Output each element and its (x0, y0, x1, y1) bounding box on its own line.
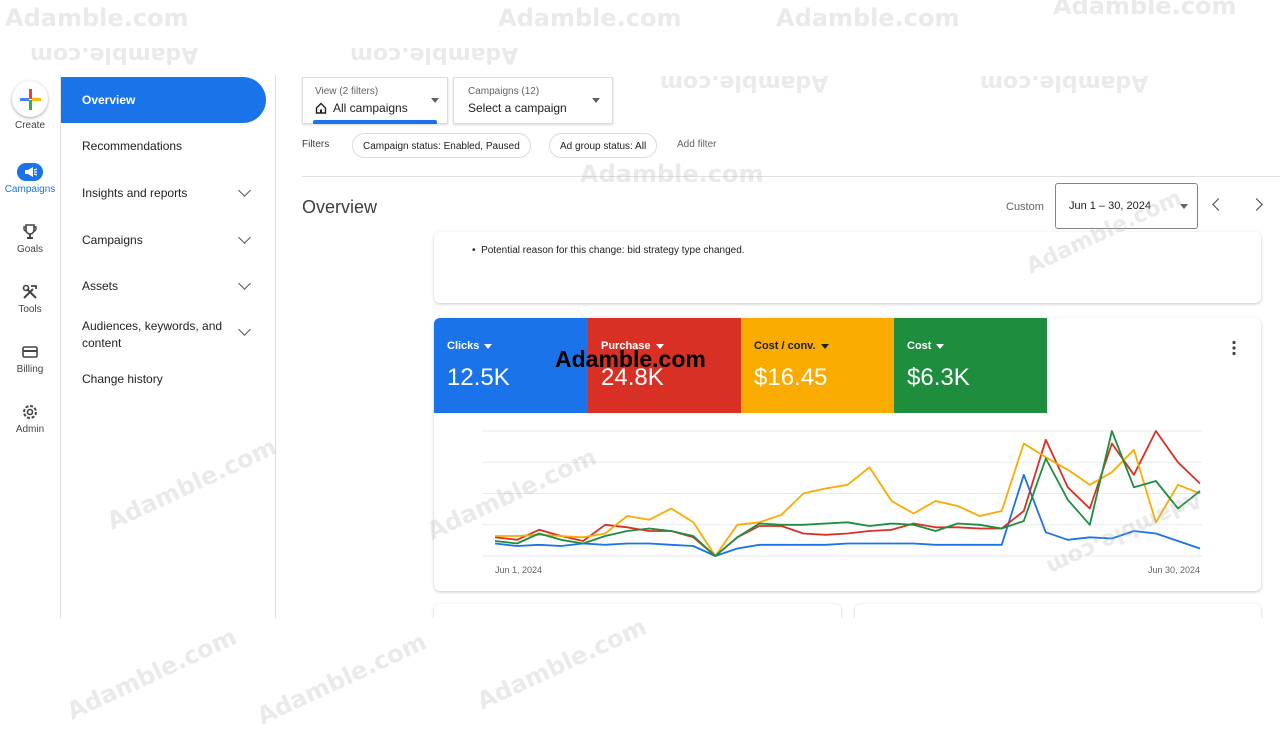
billing-label: Billing (16, 364, 44, 375)
dropdown-arrow-icon (592, 98, 600, 103)
view-filters-label: View (2 filters) (315, 86, 379, 97)
left-rail: Create Campaigns Goals Tools Billing Adm… (0, 75, 61, 620)
trophy-icon (21, 223, 39, 241)
rail-campaigns[interactable]: Campaigns (0, 163, 60, 195)
watermark: Adamble.com (776, 4, 960, 32)
insight-bullet: • Potential reason for this change: bid … (472, 245, 745, 256)
campaign-selector[interactable]: Campaigns (12) Select a campaign (453, 77, 613, 124)
watermark: Adamble.com (350, 42, 519, 67)
metric-value: $16.45 (754, 364, 828, 391)
metric-value: $6.3K (907, 364, 970, 391)
nav-item-assets[interactable]: Assets (82, 279, 262, 293)
date-range-type: Custom (1006, 201, 1044, 213)
nav-item-recommendations[interactable]: Recommendations (82, 139, 262, 153)
nav-item-campaigns[interactable]: Campaigns (82, 233, 262, 247)
dropdown-arrow-icon (820, 343, 829, 349)
create-button[interactable]: Create (0, 81, 60, 131)
date-range-value: Jun 1 – 30, 2024 (1069, 200, 1151, 212)
home-icon (315, 101, 327, 114)
series-line-cost-conv- (495, 442, 1201, 557)
brand-overlay-text: Adamble.com (555, 346, 706, 372)
insight-card: • Potential reason for this change: bid … (434, 232, 1261, 303)
nav-item-change-history[interactable]: Change history (82, 372, 262, 386)
tools-icon (21, 283, 39, 301)
page-bottom-area (0, 618, 1280, 720)
rail-goals[interactable]: Goals (0, 223, 60, 255)
metric-label: Clicks (447, 340, 493, 352)
add-filter-button[interactable]: Add filter (677, 139, 716, 150)
rail-billing[interactable]: Billing (0, 343, 60, 375)
watermark: Adamble.com (980, 70, 1149, 95)
view-selected: All campaigns (333, 101, 408, 115)
nav-item-insights[interactable]: Insights and reports (82, 186, 262, 200)
view-selector[interactable]: View (2 filters) All campaigns (302, 77, 448, 124)
megaphone-icon (17, 163, 43, 181)
watermark: Adamble.com (30, 42, 199, 67)
metric-card-cost-per-conv[interactable]: Cost / conv. $16.45 (741, 318, 894, 413)
goals-label: Goals (16, 244, 44, 255)
credit-card-icon (21, 343, 39, 361)
nav-item-audiences[interactable]: Audiences, keywords, and content (82, 318, 234, 352)
watermark: Adamble.com (498, 4, 682, 32)
campaigns-label: Campaigns (4, 184, 56, 195)
filters-label: Filters (302, 139, 330, 150)
watermark: Adamble.com (580, 160, 764, 188)
dropdown-arrow-icon (431, 98, 439, 103)
create-label: Create (14, 120, 45, 131)
filter-chip-campaign-status[interactable]: Campaign status: Enabled, Paused (352, 133, 531, 158)
campaign-selected: Select a campaign (468, 101, 567, 115)
metric-label: Cost / conv. (754, 340, 829, 352)
nav-overview-label: Overview (82, 93, 136, 107)
nav-item-overview[interactable]: Overview (61, 77, 266, 123)
watermark: Adamble.com (5, 4, 189, 32)
divider (302, 176, 1280, 177)
x-axis-end-label: Jun 30, 2024 (1148, 565, 1200, 575)
admin-label: Admin (15, 424, 45, 435)
watermark: Adamble.com (1053, 0, 1237, 20)
dropdown-arrow-icon (936, 343, 945, 349)
campaigns-count-label: Campaigns (12) (468, 86, 540, 97)
series-line-clicks (494, 473, 1201, 557)
metric-value: 12.5K (447, 364, 510, 391)
selected-indicator (313, 120, 437, 124)
metric-card-cost[interactable]: Cost $6.3K (894, 318, 1047, 413)
previous-period-icon[interactable] (1212, 198, 1225, 211)
plus-icon (12, 81, 48, 117)
metric-label: Cost (907, 340, 945, 352)
gear-icon (21, 403, 39, 421)
watermark: Adamble.com (660, 70, 829, 95)
rail-tools[interactable]: Tools (0, 283, 60, 315)
dropdown-arrow-icon (484, 343, 493, 349)
tools-label: Tools (18, 304, 42, 315)
next-period-icon[interactable] (1250, 198, 1263, 211)
page-title: Overview (302, 197, 378, 217)
filter-chip-ad-group-status[interactable]: Ad group status: All (549, 133, 658, 158)
line-chart: Jun 1, 2024 Jun 30, 2024 (482, 430, 1202, 575)
rail-admin[interactable]: Admin (0, 403, 60, 435)
more-options-icon[interactable] (1232, 340, 1236, 356)
date-range-picker[interactable]: Jun 1 – 30, 2024 (1055, 183, 1198, 229)
dropdown-arrow-icon (1180, 204, 1188, 209)
x-axis-start-label: Jun 1, 2024 (495, 565, 542, 575)
insight-text: Potential reason for this change: bid st… (481, 245, 745, 256)
